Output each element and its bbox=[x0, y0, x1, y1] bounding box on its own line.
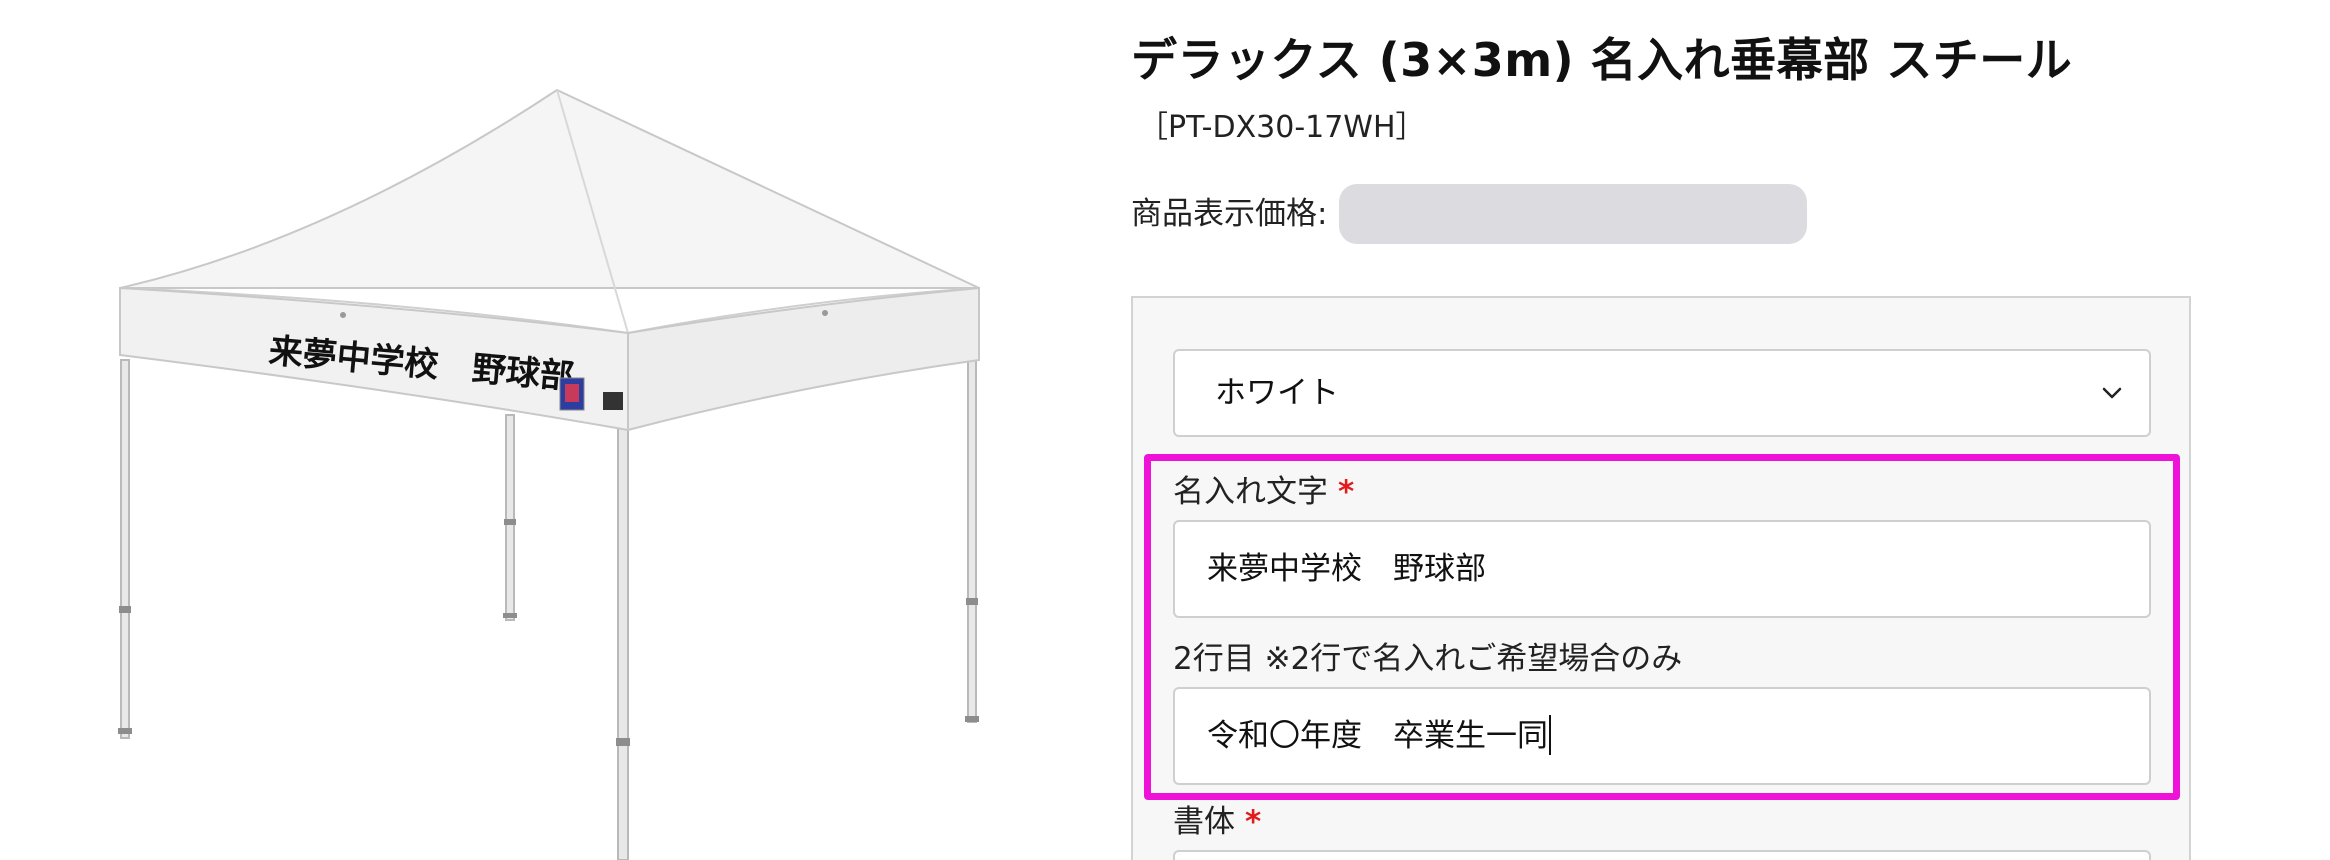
font-select[interactable] bbox=[1173, 850, 2151, 860]
highlight-box bbox=[1144, 454, 2180, 800]
font-label: 書体 * bbox=[1173, 796, 1261, 841]
product-sku: ［PT-DX30-17WH］ bbox=[1138, 110, 1426, 145]
chevron-down-icon bbox=[2102, 387, 2122, 399]
required-mark: * bbox=[1245, 804, 1262, 840]
product-title: デラックス (3×3m) 名入れ垂幕部 スチール bbox=[1131, 33, 2073, 87]
font-label-text: 書体 bbox=[1173, 804, 1235, 840]
price-row: 商品表示価格: bbox=[1131, 184, 1807, 244]
tent-illustration: 来夢中学校 野球部 bbox=[118, 88, 980, 860]
color-select-value: ホワイト bbox=[1215, 375, 1339, 411]
price-value-redacted bbox=[1339, 184, 1807, 244]
color-select[interactable]: ホワイト bbox=[1173, 349, 2151, 437]
price-label: 商品表示価格: bbox=[1131, 196, 1328, 232]
product-page: 来夢中学校 野球部 デラックス (3×3m) 名入れ垂幕部 スチール ［PT-D… bbox=[0, 0, 2330, 860]
product-image[interactable]: 来夢中学校 野球部 bbox=[60, 0, 1020, 860]
